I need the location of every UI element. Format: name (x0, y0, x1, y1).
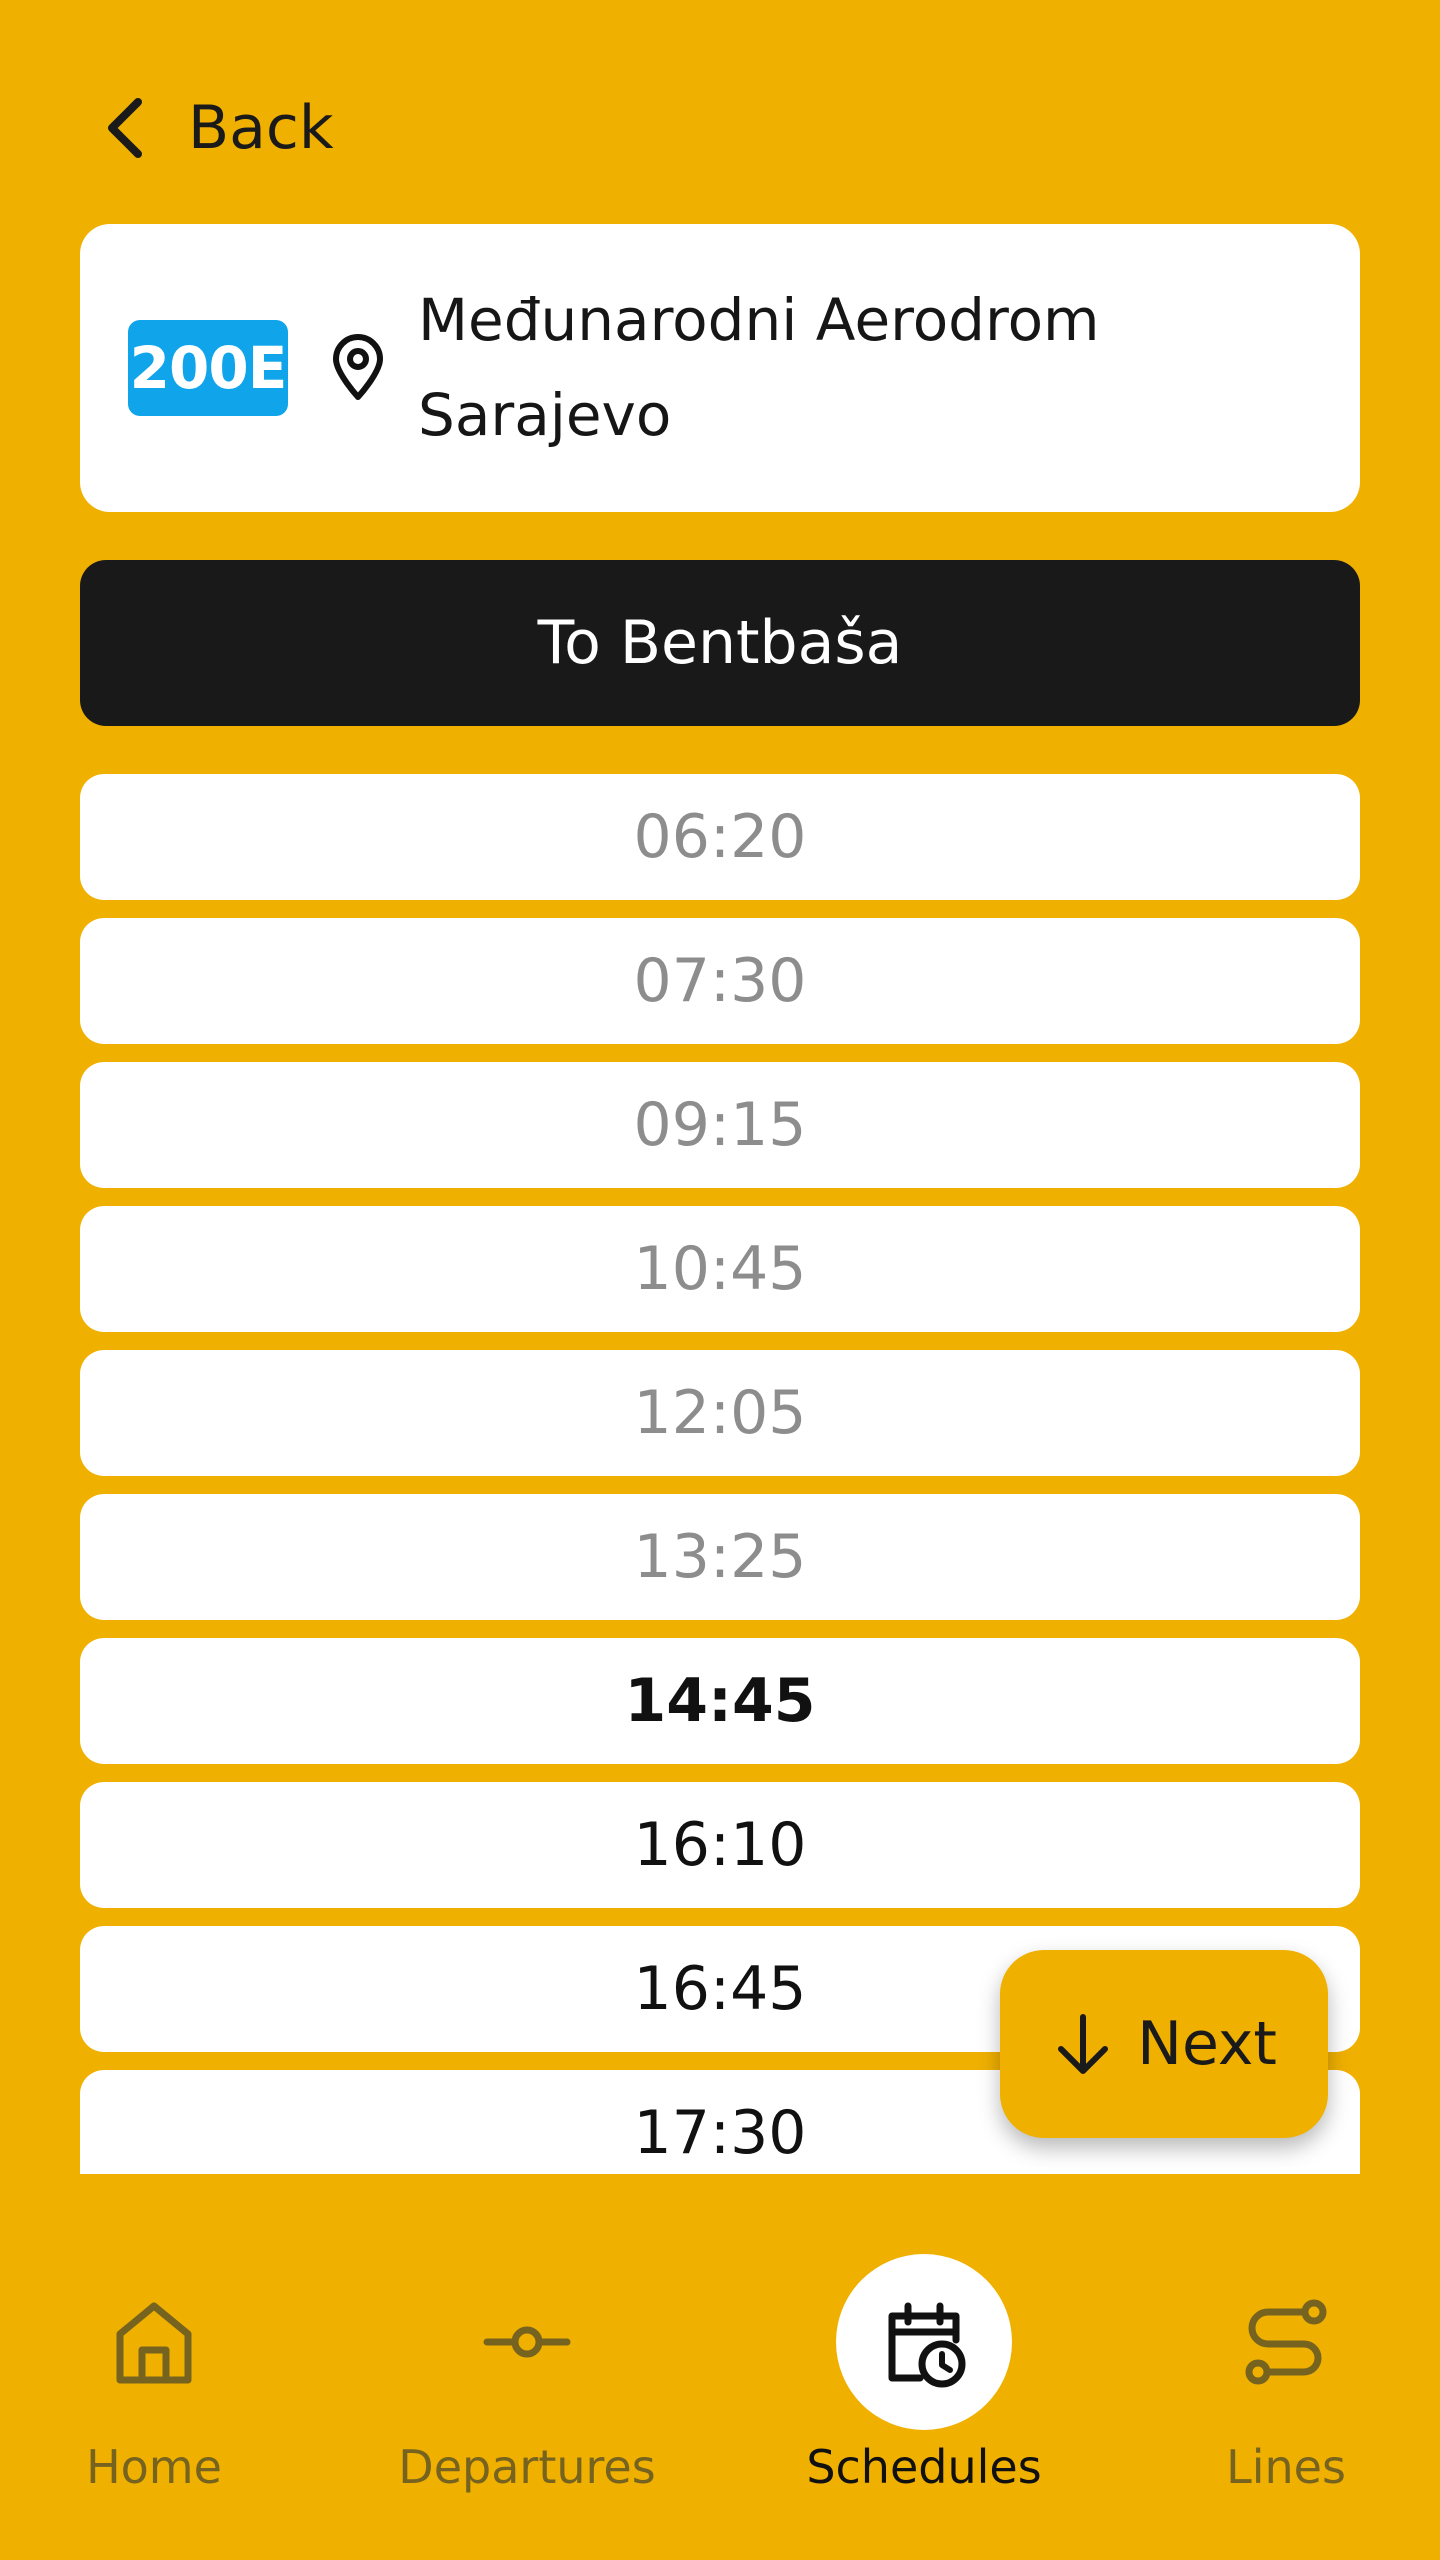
line-badge: 200E (128, 320, 288, 416)
back-label: Back (188, 93, 334, 163)
next-button[interactable]: Next (1000, 1950, 1328, 2138)
time-row: 12:05 (80, 1350, 1360, 1476)
nav-item-lines[interactable]: Lines (1106, 2220, 1440, 2560)
time-row: 16:10 (80, 1782, 1360, 1908)
chevron-left-icon (108, 98, 142, 158)
stop-card: 200E Međunarodni Aerodrom Sarajevo (80, 224, 1360, 512)
next-label: Next (1137, 2009, 1277, 2079)
home-icon (116, 2302, 192, 2384)
time-label: 12:05 (633, 1378, 807, 1448)
nav-label: Lines (1226, 2440, 1346, 2494)
stop-name: Međunarodni Aerodrom Sarajevo (418, 286, 1100, 449)
time-label: 16:10 (633, 1810, 807, 1880)
time-label: 09:15 (633, 1090, 807, 1160)
time-label: 06:20 (633, 802, 807, 872)
time-row: 14:45 (80, 1638, 1360, 1764)
nav-item-home[interactable]: Home (0, 2220, 334, 2560)
nav-item-departures[interactable]: Departures (347, 2220, 707, 2560)
time-row: 09:15 (80, 1062, 1360, 1188)
time-label: 17:30 (633, 2098, 807, 2168)
bottom-navigation: Home Departures Schedules Lines (0, 2220, 1440, 2560)
time-label: 07:30 (633, 946, 807, 1016)
time-row: 10:45 (80, 1206, 1360, 1332)
nav-label: Home (86, 2440, 222, 2494)
calendar-clock-icon (888, 2302, 966, 2388)
nav-label: Departures (398, 2440, 656, 2494)
time-row: 13:25 (80, 1494, 1360, 1620)
back-button[interactable]: Back (98, 78, 334, 178)
location-pin-icon (333, 334, 383, 400)
departures-icon (483, 2326, 571, 2358)
nav-item-schedules[interactable]: Schedules (744, 2220, 1104, 2560)
arrow-down-icon (1058, 2014, 1109, 2074)
direction-toggle[interactable]: To Bentbaša (80, 560, 1360, 726)
time-label: 16:45 (633, 1954, 807, 2024)
time-label: 10:45 (633, 1234, 807, 1304)
nav-label: Schedules (806, 2440, 1042, 2494)
time-label: 14:45 (624, 1666, 816, 1736)
time-row: 06:20 (80, 774, 1360, 900)
route-icon (1245, 2299, 1327, 2385)
time-row: 07:30 (80, 918, 1360, 1044)
time-label: 13:25 (633, 1522, 807, 1592)
